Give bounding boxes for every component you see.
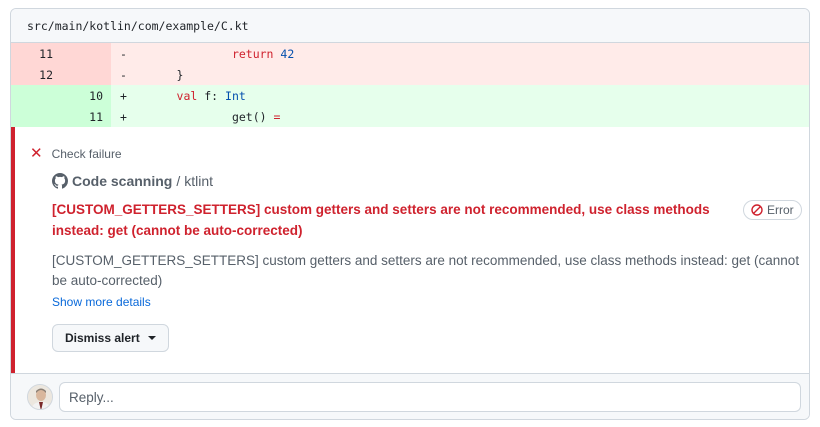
- code-token: 42: [280, 46, 295, 61]
- code-line: }: [129, 67, 184, 82]
- old-line-number[interactable]: [11, 85, 61, 106]
- github-icon: [52, 173, 68, 189]
- severity-label: Error: [767, 203, 794, 217]
- check-status: ✕ Check failure: [30, 146, 122, 161]
- reply-bar: [11, 373, 809, 419]
- new-line-number[interactable]: 10: [61, 85, 111, 106]
- new-line-number[interactable]: 11: [61, 106, 111, 127]
- avatar-image: [28, 385, 52, 409]
- old-line-number[interactable]: 12: [11, 64, 61, 85]
- code-line: return 42: [129, 47, 294, 61]
- caret-down-icon: [147, 336, 156, 340]
- alert-title: [CUSTOM_GETTERS_SETTERS] custom getters …: [52, 202, 710, 238]
- reply-input[interactable]: [59, 382, 801, 412]
- code-line: get() =: [129, 110, 280, 124]
- dismiss-alert-label: Dismiss alert: [65, 331, 140, 345]
- deletion-marker: -: [120, 67, 127, 82]
- code-review-card: src/main/kotlin/com/example/C.kt 11 - ret…: [10, 8, 810, 420]
- code-token: get(): [231, 109, 274, 124]
- avatar[interactable]: [27, 384, 53, 410]
- x-icon: ✕: [30, 145, 43, 162]
- deletion-marker: -: [120, 46, 127, 61]
- diff-line: 11 - return 42: [11, 43, 809, 64]
- diff-line: 12 - }: [11, 64, 809, 85]
- show-more-details-link[interactable]: Show more details: [52, 295, 151, 309]
- code-token: }: [176, 67, 184, 82]
- new-line-number[interactable]: [61, 43, 111, 64]
- severity-badge: Error: [743, 200, 802, 220]
- addition-marker: +: [120, 109, 127, 124]
- code-token: Int: [225, 88, 246, 103]
- code-token: =: [273, 109, 281, 124]
- code-line: val f: Int: [129, 89, 246, 103]
- linter-name: ktlint: [184, 173, 214, 189]
- old-line-number[interactable]: 11: [11, 43, 61, 64]
- diff-line: 11 + get() =: [11, 106, 809, 127]
- alert-description: [CUSTOM_GETTERS_SETTERS] custom getters …: [52, 253, 800, 288]
- dismiss-alert-button[interactable]: Dismiss alert: [52, 324, 169, 352]
- code-scanning-alert: ✕ Check failure Code scanning / ktlint […: [11, 127, 809, 373]
- file-path[interactable]: src/main/kotlin/com/example/C.kt: [27, 19, 249, 33]
- code-token: val: [176, 88, 198, 103]
- check-status-label: Check failure: [51, 146, 122, 161]
- circle-slash-icon: [751, 204, 763, 216]
- tool-info: Code scanning / ktlint: [52, 173, 213, 189]
- tool-separator: /: [176, 173, 181, 189]
- new-line-number[interactable]: [61, 64, 111, 85]
- code-token: return: [231, 46, 274, 61]
- tool-name: Code scanning: [72, 173, 173, 189]
- addition-marker: +: [120, 88, 127, 103]
- old-line-number[interactable]: [11, 106, 61, 127]
- code-token: f:: [197, 88, 226, 103]
- file-header: src/main/kotlin/com/example/C.kt: [11, 9, 809, 43]
- diff-table: 11 - return 42 12 - } 10 + val f: Int 11 + get(…: [11, 43, 809, 127]
- diff-line: 10 + val f: Int: [11, 85, 809, 106]
